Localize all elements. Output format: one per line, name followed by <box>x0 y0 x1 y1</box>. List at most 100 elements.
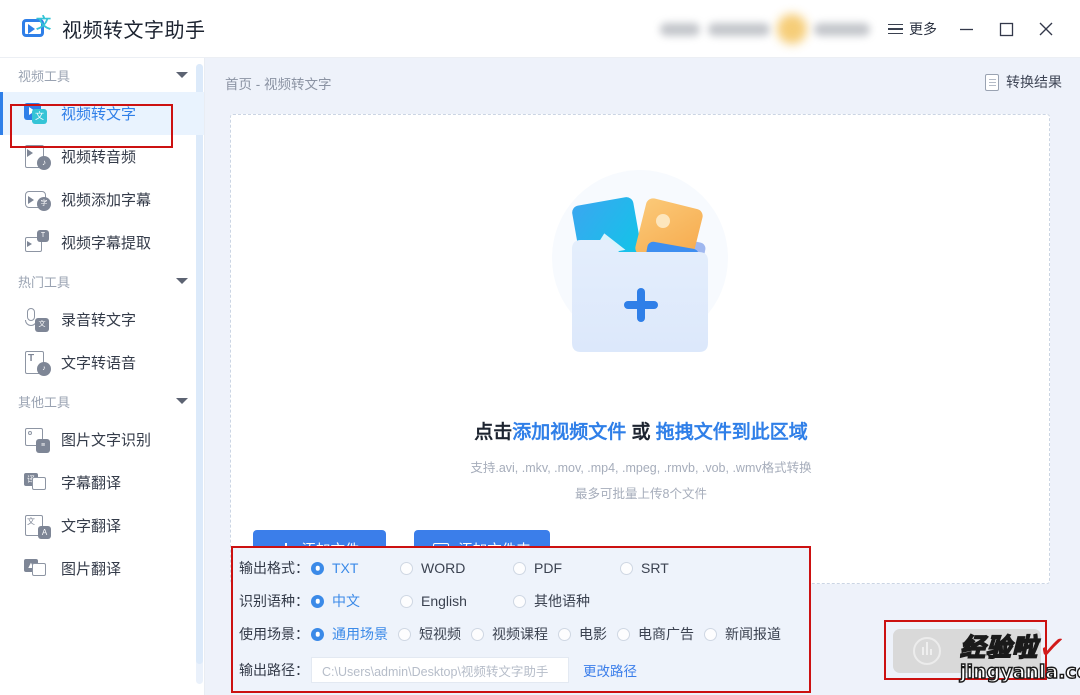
subtitle-translate-icon: 译 <box>23 470 49 496</box>
radio-scene-short-video[interactable]: 短视频 <box>398 624 461 644</box>
radio-dot <box>513 594 526 608</box>
supported-formats: 支持.avi, .mkv, .mov, .mp4, .mpeg, .rmvb, … <box>470 461 812 475</box>
radio-format-pdf[interactable]: PDF <box>513 560 617 576</box>
app-title: 视频转文字助手 <box>62 20 206 42</box>
radio-dot <box>617 627 630 641</box>
sidebar-item-label: 视频转音频 <box>61 149 137 166</box>
sidebar-item-image-ocr[interactable]: ≡ 图片文字识别 <box>0 418 204 461</box>
breadcrumb-bar: 首页 - 视频转文字 转换结果 <box>205 58 1080 108</box>
radio-label: 电影 <box>579 626 607 642</box>
radio-format-txt[interactable]: TXT <box>311 560 397 576</box>
app-window: 文 视频转文字助手 更多 视频工具 文 视频转文字 ♪ 视频转音频 字 视频添加… <box>0 0 1080 695</box>
sidebar-group-other-tools[interactable]: 其他工具 <box>0 384 204 418</box>
sidebar-item-label: 图片翻译 <box>61 561 122 578</box>
radio-label: 视频课程 <box>492 626 548 642</box>
sidebar-item-label: 文字转语音 <box>61 355 137 372</box>
sidebar-item-label: 视频添加字幕 <box>61 192 152 209</box>
chevron-down-icon <box>176 72 188 78</box>
language-label: 识别语种： <box>239 593 309 609</box>
radio-scene-ecommerce-ad[interactable]: 电商广告 <box>617 624 694 644</box>
radio-label: 新闻报道 <box>725 626 781 642</box>
radio-scene-course[interactable]: 视频课程 <box>471 624 548 644</box>
sidebar-item-label: 录音转文字 <box>61 312 137 329</box>
text-translate-icon: 文 A <box>23 513 51 539</box>
close-icon[interactable] <box>1026 0 1066 58</box>
sidebar-item-subtitle-translate[interactable]: 译 字幕翻译 <box>0 461 204 504</box>
radio-label: 中文 <box>332 593 360 609</box>
output-path-label: 输出路径： <box>239 662 309 678</box>
sidebar-item-video-to-audio[interactable]: ♪ 视频转音频 <box>0 135 204 178</box>
title-bar: 文 视频转文字助手 更多 <box>0 0 1080 58</box>
output-format-label: 输出格式： <box>239 560 309 576</box>
sidebar-group-hot-tools[interactable]: 热门工具 <box>0 264 204 298</box>
radio-dot <box>704 627 717 641</box>
radio-dot <box>398 627 411 641</box>
minimize-icon[interactable] <box>946 0 986 58</box>
sidebar-item-audio-to-text[interactable]: 文 录音转文字 <box>0 298 204 341</box>
more-menu-button[interactable]: 更多 <box>879 12 946 46</box>
radio-label: SRT <box>641 560 669 576</box>
text-to-speech-icon: T ♪ <box>23 350 51 376</box>
start-convert-button[interactable] <box>893 629 1041 673</box>
sidebar-group-label: 视频工具 <box>18 68 71 84</box>
sidebar-item-video-extract-subtitle[interactable]: T 视频字幕提取 <box>0 221 204 264</box>
radio-language-english[interactable]: English <box>400 593 510 609</box>
radio-label: 电商广告 <box>638 626 694 642</box>
radio-dot <box>311 594 324 608</box>
radio-dot <box>400 594 413 608</box>
maximize-icon[interactable] <box>986 0 1026 58</box>
radio-language-other[interactable]: 其他语种 <box>513 591 590 611</box>
radio-dot <box>620 561 633 575</box>
conversion-result-button[interactable]: 转换结果 <box>985 72 1062 92</box>
audio-to-text-icon: 文 <box>23 307 49 333</box>
sidebar-item-image-translate[interactable]: ▲ 图片翻译 <box>0 547 204 590</box>
audio-wave-circle-icon <box>913 637 941 665</box>
radio-label: PDF <box>534 560 562 576</box>
radio-dot <box>311 561 324 575</box>
window-controls: 更多 <box>879 0 1080 58</box>
upload-limit: 最多可批量上传8个文件 <box>575 487 707 501</box>
dropzone-headline: 点击添加视频文件 或 拖拽文件到此区域 <box>231 417 1051 444</box>
image-translate-icon: ▲ <box>23 556 49 582</box>
sidebar-group-video-tools[interactable]: 视频工具 <box>0 58 204 92</box>
change-path-link[interactable]: 更改路径 <box>583 660 637 680</box>
video-extract-subtitle-icon: T <box>23 229 49 256</box>
sidebar-item-text-to-speech[interactable]: T ♪ 文字转语音 <box>0 341 204 384</box>
radio-format-srt[interactable]: SRT <box>620 560 669 576</box>
radio-label: 通用场景 <box>332 626 388 642</box>
options-panel: 输出格式： TXT WORD PDF SRT 识别语种： 中文 English … <box>231 546 811 693</box>
headline-link-add[interactable]: 添加视频文件 <box>512 422 626 443</box>
radio-label: WORD <box>421 560 466 576</box>
breadcrumb: 首页 - 视频转文字 <box>225 77 332 92</box>
conversion-result-label: 转换结果 <box>1006 74 1062 90</box>
radio-dot <box>400 561 413 575</box>
sidebar-item-label: 图片文字识别 <box>61 432 152 449</box>
sidebar-group-label: 热门工具 <box>18 274 71 290</box>
video-to-audio-icon: ♪ <box>23 144 51 170</box>
radio-scene-news[interactable]: 新闻报道 <box>704 624 781 644</box>
more-menu-label: 更多 <box>909 21 937 37</box>
radio-format-word[interactable]: WORD <box>400 560 510 576</box>
radio-scene-general[interactable]: 通用场景 <box>311 624 388 644</box>
radio-language-chinese[interactable]: 中文 <box>311 591 397 611</box>
radio-label: 短视频 <box>419 626 461 642</box>
chevron-down-icon <box>176 398 188 404</box>
sidebar-group-label: 其他工具 <box>18 394 71 410</box>
account-info-blurred <box>660 14 890 44</box>
document-icon <box>985 73 999 91</box>
radio-label: TXT <box>332 560 359 576</box>
scene-label: 使用场景： <box>239 626 309 642</box>
radio-scene-movie[interactable]: 电影 <box>558 624 607 644</box>
file-dropzone[interactable]: 点击添加视频文件 或 拖拽文件到此区域 支持.avi, .mkv, .mov, … <box>230 114 1050 584</box>
sidebar-item-video-add-subtitle[interactable]: 字 视频添加字幕 <box>0 178 204 221</box>
radio-dot <box>471 627 484 641</box>
video-to-text-icon: 文 <box>23 101 49 127</box>
output-path-input[interactable]: C:\Users\admin\Desktop\视频转文字助手 <box>311 657 569 683</box>
folder-with-media-plus-icon <box>520 153 760 368</box>
sidebar-item-label: 视频字幕提取 <box>61 235 152 252</box>
sidebar-item-video-to-text[interactable]: 文 视频转文字 <box>0 92 204 135</box>
sidebar-item-text-translate[interactable]: 文 A 文字翻译 <box>0 504 204 547</box>
radio-dot <box>513 561 526 575</box>
app-logo-icon: 文 <box>22 15 51 43</box>
radio-label: 其他语种 <box>534 593 590 609</box>
